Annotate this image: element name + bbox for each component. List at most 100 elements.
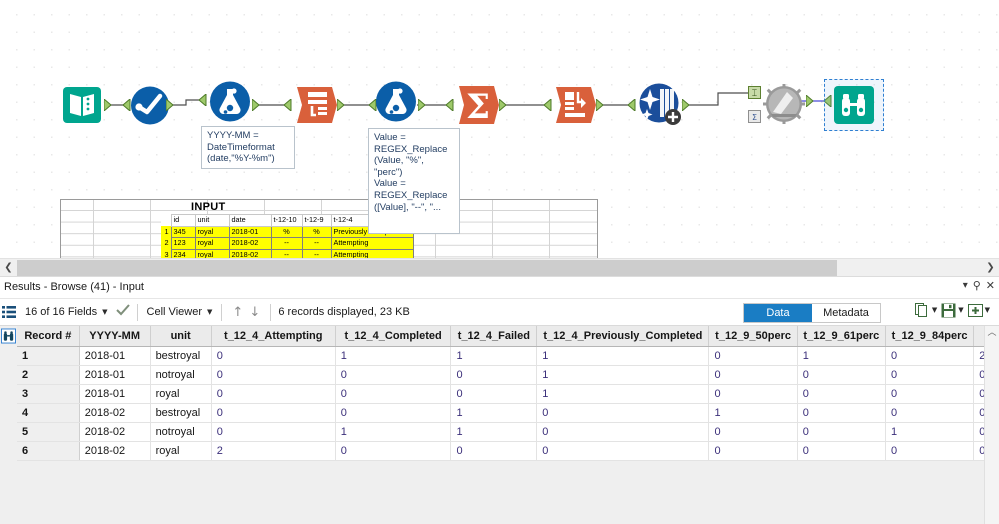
results-data-grid[interactable]: Record # YYYY-MM unit t_12_4_Attempting … — [17, 326, 999, 461]
table-cell-value[interactable]: 0 — [537, 403, 709, 422]
table-cell-text[interactable]: bestroyal — [150, 403, 211, 422]
table-cell-value[interactable]: 1 — [537, 346, 709, 365]
table-cell-value[interactable]: 0 — [797, 365, 885, 384]
table-cell-value[interactable]: 0 — [211, 346, 335, 365]
column-header-t-12-4-previously-completed[interactable]: t_12_4_Previously_Completed — [537, 326, 709, 346]
chevron-down-icon[interactable]: ▼ — [985, 306, 990, 314]
table-cell-value[interactable]: 1 — [451, 403, 537, 422]
record-number-cell[interactable]: 4 — [17, 403, 79, 422]
join-tool[interactable] — [638, 83, 684, 127]
container-tool[interactable] — [763, 84, 805, 124]
cell-viewer-selector[interactable]: Cell Viewer ▼ — [145, 306, 215, 318]
input-data-tool[interactable] — [62, 86, 102, 124]
connector-anchor-out[interactable] — [682, 99, 693, 111]
copy-button[interactable]: ▼ — [915, 302, 940, 318]
connector-anchor-out[interactable] — [418, 99, 429, 111]
table-cell-value[interactable]: 1 — [537, 384, 709, 403]
table-cell-value[interactable]: 2 — [211, 441, 335, 460]
table-cell-value[interactable]: 1 — [335, 346, 451, 365]
table-cell-value[interactable]: 1 — [335, 422, 451, 441]
table-cell-value[interactable]: 0 — [797, 422, 885, 441]
sort-ascending-button[interactable]: ↑ — [229, 305, 246, 320]
table-row[interactable]: 42018-02bestroyal00101000 — [17, 403, 999, 422]
table-cell-text[interactable]: 2018-01 — [79, 384, 150, 403]
table-cell-value[interactable]: 0 — [885, 403, 973, 422]
table-cell-value[interactable]: 1 — [885, 422, 973, 441]
data-metadata-toggle[interactable]: Data Metadata — [743, 303, 881, 323]
table-cell-text[interactable]: 2018-02 — [79, 441, 150, 460]
scroll-left-arrow-icon[interactable]: ❮ — [0, 259, 17, 277]
formula-tool-2[interactable] — [375, 81, 417, 122]
tab-data[interactable]: Data — [744, 304, 812, 322]
browse-anchor-icon[interactable] — [1, 328, 17, 349]
table-cell-value[interactable]: 1 — [451, 346, 537, 365]
column-header-unit[interactable]: unit — [150, 326, 211, 346]
table-row[interactable]: 22018-01notroyal00010000 — [17, 365, 999, 384]
scroll-up-arrow-icon[interactable]: ︿ — [985, 326, 999, 341]
table-cell-value[interactable]: 0 — [211, 422, 335, 441]
chevron-down-icon[interactable]: ▾ — [963, 280, 968, 292]
fields-confirm-check-icon[interactable] — [116, 303, 130, 321]
table-cell-text[interactable]: 2018-02 — [79, 422, 150, 441]
scrollbar-thumb[interactable] — [17, 260, 837, 276]
add-button[interactable]: ▼ — [968, 303, 993, 318]
table-cell-value[interactable]: 0 — [885, 384, 973, 403]
table-cell-text[interactable]: royal — [150, 384, 211, 403]
connector-anchor-out[interactable] — [499, 99, 510, 111]
connector-anchor-out[interactable] — [596, 99, 607, 111]
results-title-buttons[interactable]: ▾ ⚲ ✕ — [963, 280, 995, 292]
table-cell-value[interactable]: 0 — [211, 403, 335, 422]
save-button[interactable]: ▼ — [941, 303, 966, 318]
field-list-icon[interactable] — [0, 305, 17, 319]
record-number-cell[interactable]: 5 — [17, 422, 79, 441]
table-cell-value[interactable]: 1 — [451, 422, 537, 441]
table-cell-value[interactable]: 0 — [335, 403, 451, 422]
sort-descending-button[interactable]: ↓ — [246, 305, 263, 320]
scroll-right-arrow-icon[interactable]: ❯ — [982, 259, 999, 277]
table-cell-text[interactable]: 2018-02 — [79, 403, 150, 422]
table-row[interactable]: 12018-01bestroyal01110102 — [17, 346, 999, 365]
table-cell-text[interactable]: notroyal — [150, 365, 211, 384]
chevron-down-icon[interactable]: ▼ — [932, 306, 937, 314]
table-cell-text[interactable]: bestroyal — [150, 346, 211, 365]
crosstab-tool[interactable] — [553, 85, 597, 125]
table-cell-text[interactable]: royal — [150, 441, 211, 460]
table-cell-value[interactable]: 0 — [709, 422, 797, 441]
transpose-tool[interactable] — [294, 85, 338, 125]
record-number-cell[interactable]: 3 — [17, 384, 79, 403]
pin-icon[interactable]: ⚲ — [973, 280, 981, 292]
column-header-t-12-9-61perc[interactable]: t_12_9_61perc — [797, 326, 885, 346]
table-cell-value[interactable]: 0 — [709, 346, 797, 365]
table-row[interactable]: 32018-01royal00010000 — [17, 384, 999, 403]
chevron-down-icon[interactable]: ▼ — [958, 306, 963, 314]
container-input-anchor-bottom[interactable]: Σ — [748, 110, 761, 123]
column-header-t-12-9-84perc[interactable]: t_12_9_84perc — [885, 326, 973, 346]
table-cell-value[interactable]: 0 — [885, 346, 973, 365]
table-cell-value[interactable]: 0 — [709, 365, 797, 384]
connector-anchor-out[interactable] — [104, 99, 115, 111]
connector-anchor-in[interactable] — [627, 99, 638, 111]
results-right-icons[interactable]: ▼ ▼ ▼ — [915, 302, 993, 318]
table-cell-text[interactable]: 2018-01 — [79, 346, 150, 365]
connector-anchor-out[interactable] — [252, 99, 263, 111]
column-header-t-12-4-attempting[interactable]: t_12_4_Attempting — [211, 326, 335, 346]
browse-tool[interactable] — [833, 85, 875, 125]
table-cell-value[interactable]: 0 — [335, 365, 451, 384]
fields-selector[interactable]: 16 of 16 Fields ▼ — [23, 306, 110, 318]
table-cell-value[interactable]: 0 — [709, 441, 797, 460]
table-cell-value[interactable]: 0 — [709, 384, 797, 403]
table-cell-value[interactable]: 1 — [709, 403, 797, 422]
container-input-anchor-top[interactable]: ⌶ — [748, 86, 761, 99]
connector-anchor-out[interactable] — [806, 95, 817, 107]
table-cell-value[interactable]: 0 — [797, 403, 885, 422]
table-cell-value[interactable]: 0 — [335, 384, 451, 403]
table-cell-value[interactable]: 0 — [797, 384, 885, 403]
summarize-tool[interactable]: Σ — [456, 84, 500, 126]
table-cell-value[interactable]: 0 — [211, 365, 335, 384]
column-header-t-12-4-completed[interactable]: t_12_4_Completed — [335, 326, 451, 346]
connector-anchor-in[interactable] — [283, 99, 294, 111]
table-cell-value[interactable]: 0 — [537, 422, 709, 441]
column-header-t-12-9-50perc[interactable]: t_12_9_50perc — [709, 326, 797, 346]
table-cell-value[interactable]: 0 — [335, 441, 451, 460]
table-cell-value[interactable]: 1 — [537, 365, 709, 384]
